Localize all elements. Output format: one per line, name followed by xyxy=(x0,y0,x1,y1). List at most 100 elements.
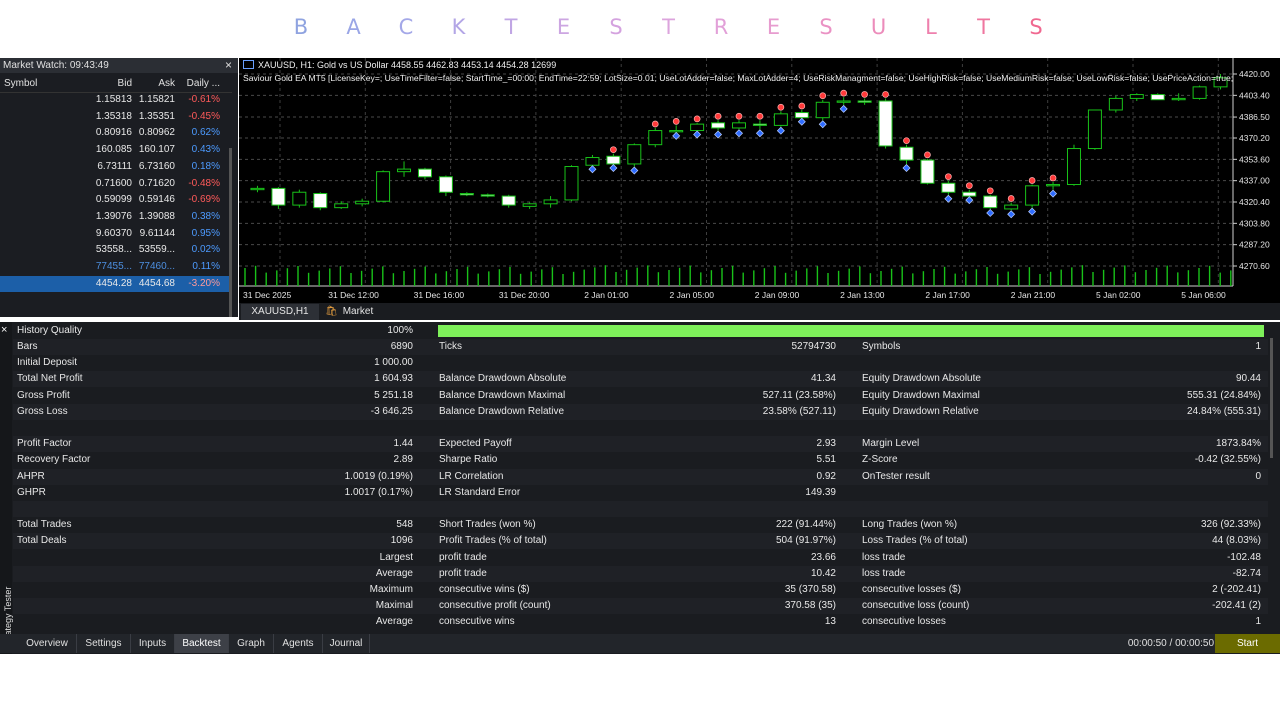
results-row: GHPR 1.0017 (0.17%) LR Standard Error 149.3… xyxy=(13,485,1268,501)
result-label: LR Correlation xyxy=(439,470,504,482)
sell-marker xyxy=(798,102,806,110)
result-value: 90.44 xyxy=(1235,373,1261,385)
market-watch-row[interactable]: ↗GBPUSD1.353181.35351-0.45% xyxy=(0,109,232,125)
candle-body xyxy=(250,187,265,191)
start-button[interactable]: Start xyxy=(1215,634,1280,653)
result-label: Margin Level xyxy=(862,438,920,450)
market-watch-row[interactable]: ↘NZDUSD0.590990.59146-0.69% xyxy=(0,192,232,208)
ask-cell: 0.71620 xyxy=(138,177,175,189)
tab-overview[interactable]: Overview xyxy=(18,634,77,653)
close-icon[interactable]: × xyxy=(225,58,232,72)
result-label: Equity Drawdown Maximal xyxy=(862,389,980,401)
result-label: Profit Trades (% of total) xyxy=(439,535,547,547)
result-value: 1.0019 (0.19%) xyxy=(344,470,413,482)
result-label: Bars xyxy=(17,341,38,352)
sell-marker xyxy=(903,137,910,145)
scrollbar[interactable] xyxy=(1270,338,1273,458)
sell-marker xyxy=(672,118,680,125)
tab-inputs[interactable]: Inputs xyxy=(131,634,175,653)
price-chart[interactable]: 4420.00 4403.40 4386.50 4370.20 4353.60 4337.… xyxy=(239,58,1280,303)
result-label: Ticks xyxy=(439,341,462,352)
title-letter: S xyxy=(819,15,833,39)
tab-xauusd-h1[interactable]: XAUUSD,H1 xyxy=(241,304,319,320)
market-watch-title: Market Watch: 09:43:49 xyxy=(3,60,109,71)
result-value: 1.44 xyxy=(393,438,413,450)
tab-market[interactable]: 🛍 Market xyxy=(325,304,385,320)
sell-marker xyxy=(651,120,659,128)
sell-marker xyxy=(756,112,764,120)
result-label: Long Trades (won %) xyxy=(862,519,958,531)
market-watch-row[interactable]: ↗USDCNH6.731116.731600.18% xyxy=(0,159,232,175)
tester-side-bar: × Strategy Tester xyxy=(0,322,13,654)
results-row: Recovery Factor 2.89 Sharpe Ratio 5.51 Z-Sco… xyxy=(13,452,1268,468)
result-label: Gross Profit xyxy=(17,389,70,401)
tab-agents[interactable]: Agents xyxy=(274,634,323,653)
buy-marker xyxy=(818,120,827,129)
market-watch-row[interactable]: ↘USDCAD1.390761.390880.38% xyxy=(0,209,232,225)
result-label: LR Standard Error xyxy=(439,486,521,498)
tab-settings[interactable]: Settings xyxy=(77,634,131,653)
close-icon[interactable]: × xyxy=(1,324,7,336)
buy-marker xyxy=(609,163,618,172)
candle-body xyxy=(376,171,391,202)
result-value: Maximum xyxy=(369,584,413,595)
column-ask[interactable]: Ask xyxy=(135,76,175,92)
price-tick-label: 4337.00 xyxy=(1239,176,1270,186)
result-label: consecutive wins xyxy=(439,616,515,628)
result-value: -102.48 xyxy=(1227,551,1261,563)
bid-cell: 1.39076 xyxy=(95,210,132,222)
market-watch-row[interactable]: ↗US3053558...53559...0.02% xyxy=(0,242,232,258)
results-row: Average profit trade 10.42 loss trade -82.74 xyxy=(13,565,1268,582)
elapsed-timer: 00:00:50 / 00:00:50 xyxy=(1127,638,1214,649)
candle-body xyxy=(669,130,684,133)
market-watch-columns: Symbol Bid Ask Daily ... xyxy=(0,76,232,93)
candle-body xyxy=(1171,97,1186,101)
sell-marker xyxy=(693,115,701,123)
results-row: Initial Deposit 1 000.00 xyxy=(13,355,1268,371)
result-value: 1 xyxy=(1255,341,1261,352)
market-watch-row[interactable]: ↗USDCHF0.809160.809620.62% xyxy=(0,125,232,141)
candle-body xyxy=(648,130,663,146)
result-label: Total Deals xyxy=(17,535,67,547)
chart-canvas[interactable]: 4420.00 4403.40 4386.50 4370.20 4353.60 4337.… xyxy=(239,58,1280,303)
buy-marker xyxy=(755,129,764,138)
candle-body xyxy=(627,144,642,165)
time-tick-label: 2 Jan 17:00 xyxy=(925,290,970,300)
ask-cell: 6.73160 xyxy=(138,160,175,172)
price-tick-label: 4386.50 xyxy=(1239,112,1270,122)
tab-journal[interactable]: Journal xyxy=(323,634,370,653)
tab-graph[interactable]: Graph xyxy=(229,634,274,653)
candle-body xyxy=(292,191,307,206)
sell-marker xyxy=(986,187,994,195)
buy-marker xyxy=(735,129,743,138)
results-row: Gross Profit 5 251.18 Balance Drawdown Max… xyxy=(13,388,1268,404)
market-watch-row[interactable]: ↗USDJPY160.085160.1070.43% xyxy=(0,142,232,158)
result-value: Maximal xyxy=(375,600,413,612)
candle-body xyxy=(1129,94,1144,99)
result-value: Largest xyxy=(379,551,413,563)
scrollbar[interactable] xyxy=(229,148,232,317)
candle-body xyxy=(1004,204,1019,210)
candle-body xyxy=(585,157,600,166)
tab-backtest[interactable]: Backtest xyxy=(175,634,229,653)
title-letter: T xyxy=(977,15,990,39)
market-watch-row[interactable]: ↗USDSEK9.603709.611440.95% xyxy=(0,226,232,242)
result-value: 5.51 xyxy=(816,454,836,466)
market-watch-row[interactable]: ↗XAUUSD4454.284454.68-3.20% xyxy=(0,275,232,292)
result-label: Symbols xyxy=(862,341,901,352)
market-watch-row[interactable]: ↗BTCUSD77455...77460...0.11% xyxy=(0,259,232,275)
bid-cell: 9.60370 xyxy=(95,227,132,239)
market-watch-row[interactable]: ↗EURUSD1.158131.15821-0.61% xyxy=(0,92,232,108)
buy-marker xyxy=(1007,210,1016,219)
buy-marker xyxy=(776,126,785,135)
result-value: 326 (92.33%) xyxy=(1200,519,1261,531)
result-label: Gross Loss xyxy=(17,405,68,417)
column-symbol[interactable]: Symbol xyxy=(4,76,86,92)
column-daily-change[interactable]: Daily ... xyxy=(180,76,220,92)
result-value: 548 xyxy=(396,519,413,531)
sell-marker xyxy=(735,112,743,120)
column-bid[interactable]: Bid xyxy=(88,76,132,92)
time-tick-label: 5 Jan 02:00 xyxy=(1096,290,1141,300)
candle-body xyxy=(271,187,286,206)
market-watch-row[interactable]: ↘AUDUSD0.716000.71620-0.48% xyxy=(0,176,232,192)
